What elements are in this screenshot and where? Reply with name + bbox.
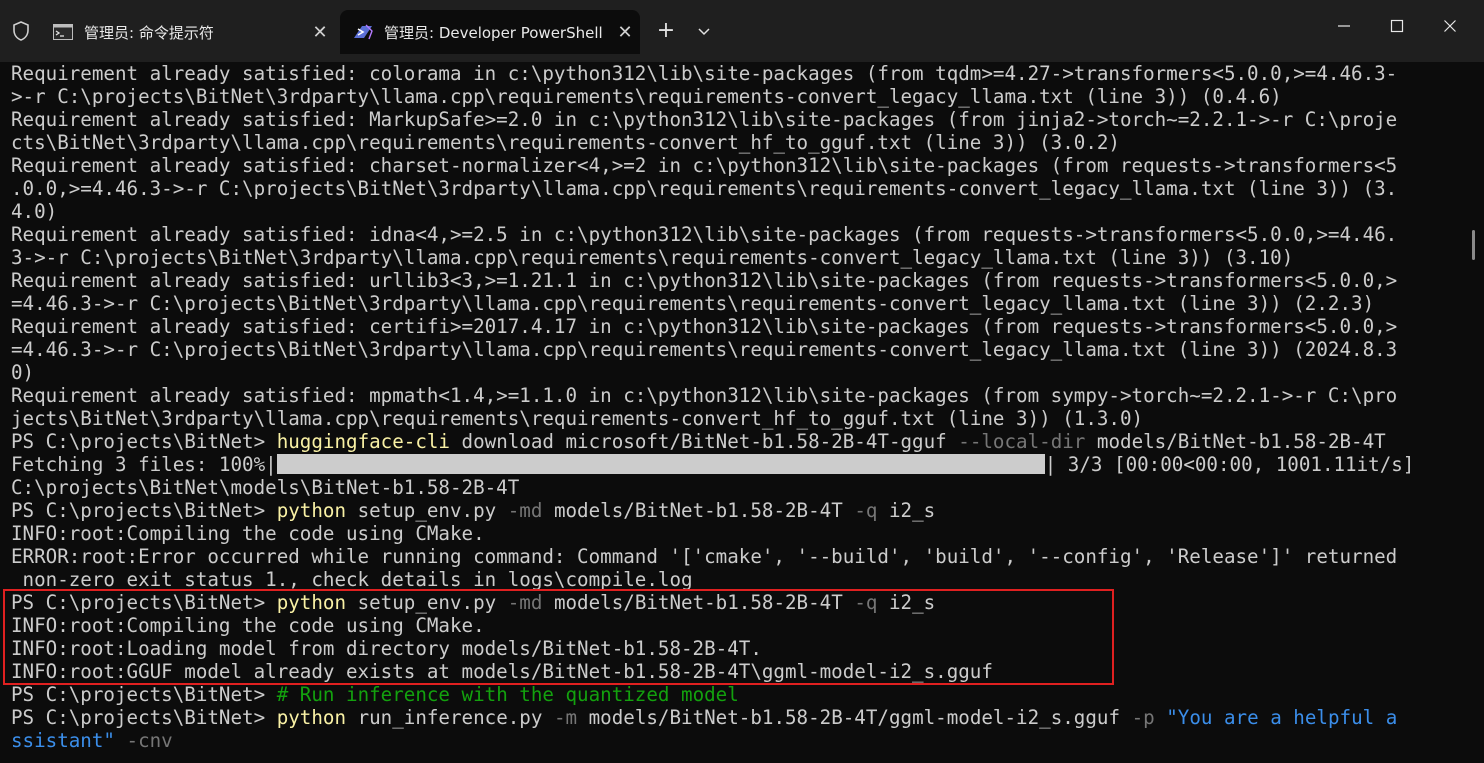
terminal-text: .0.0,>=4.46.3->-r C:\projects\BitNet\3rd…	[11, 177, 1398, 200]
maximize-icon	[1390, 19, 1404, 33]
terminal-text: non-zero exit status 1., check details i…	[11, 568, 693, 591]
terminal-line: jects\BitNet\3rdparty\llama.cpp\requirem…	[11, 407, 1461, 430]
terminal-line: Requirement already satisfied: idna<4,>=…	[11, 223, 1461, 246]
tab-label: 管理员: 命令提示符	[84, 23, 214, 42]
terminal-text: =4.46.3->-r C:\projects\BitNet\3rdparty\…	[11, 338, 1398, 361]
tab-label: 管理员: Developer PowerShell	[384, 23, 603, 42]
terminal-text: models/BitNet-b1.58-2B-4T	[542, 499, 855, 522]
terminal-text: -p	[1131, 706, 1155, 729]
terminal-text: download microsoft/BitNet-b1.58-2B-4T-gg…	[449, 430, 959, 453]
terminal-text: Requirement already satisfied: mpmath<1.…	[11, 384, 1398, 407]
terminal-text: huggingface-cli	[276, 430, 450, 453]
terminal-text: 4.0)	[11, 200, 58, 223]
terminal-text: 3->-r C:\projects\BitNet\3rdparty\llama.…	[11, 246, 1294, 269]
terminal-text: | 3/3 [00:00<00:00, 1001.11it/s]	[1044, 453, 1415, 476]
terminal-text: # Run inference with the quantized model	[276, 683, 739, 706]
terminal-text: C:\projects\BitNet\models\BitNet-b1.58-2…	[11, 476, 520, 499]
terminal-text: PS C:\projects\BitNet>	[11, 430, 277, 453]
terminal-text: Requirement already satisfied: MarkupSaf…	[11, 108, 1398, 131]
terminal-text: INFO:root:Compiling the code using CMake…	[11, 522, 485, 545]
terminal-text: setup_env.py	[346, 499, 508, 522]
terminal-text: cts\BitNet\3rdparty\llama.cpp\requiremen…	[11, 131, 1120, 154]
terminal-text: i2_s	[877, 499, 936, 522]
scrollbar[interactable]	[1472, 230, 1475, 260]
terminal-text: models/BitNet-b1.58-2B-4T	[1085, 430, 1386, 453]
terminal-text: ssistant"	[11, 729, 115, 752]
terminal-text: Requirement already satisfied: colorama …	[11, 62, 1398, 85]
terminal-line: Fetching 3 files: 100%| | 3/3 [00:00<00:0…	[11, 453, 1461, 476]
close-icon	[1444, 20, 1456, 32]
terminal-line: Requirement already satisfied: MarkupSaf…	[11, 108, 1461, 131]
terminal-text: =4.46.3->-r C:\projects\BitNet\3rdparty\…	[11, 292, 1375, 315]
terminal-line: Requirement already satisfied: charset-n…	[11, 154, 1461, 177]
terminal-line: =4.46.3->-r C:\projects\BitNet\3rdparty\…	[11, 292, 1461, 315]
cmd-icon	[52, 21, 74, 43]
title-bar: 管理员: 命令提示符 ✕ 管理员: Developer PowerShell ✕…	[0, 0, 1484, 62]
terminal-text: -q	[854, 499, 878, 522]
new-tab-button[interactable]: +	[652, 18, 680, 46]
chevron-down-icon[interactable]	[690, 18, 718, 46]
terminal-text: Requirement already satisfied: charset-n…	[11, 154, 1398, 177]
terminal-text: "You are a helpful a	[1166, 706, 1398, 729]
terminal-line: PS C:\projects\BitNet> huggingface-cli d…	[11, 430, 1461, 453]
terminal-text: PS C:\projects\BitNet>	[11, 499, 277, 522]
terminal-line: cts\BitNet\3rdparty\llama.cpp\requiremen…	[11, 131, 1461, 154]
close-icon[interactable]: ✕	[610, 22, 640, 43]
terminal-text: --local-dir	[958, 430, 1086, 453]
terminal-text: Fetching 3 files: 100%|	[11, 453, 277, 476]
terminal-line: Requirement already satisfied: certifi>=…	[11, 315, 1461, 338]
terminal-text: ERROR:root:Error occurred while running …	[11, 545, 1398, 568]
terminal-text: python	[276, 706, 347, 729]
terminal-line: Requirement already satisfied: colorama …	[11, 62, 1461, 85]
minimize-button[interactable]	[1318, 8, 1370, 44]
terminal-text: -md	[507, 499, 543, 522]
terminal-line: PS C:\projects\BitNet> python setup_env.…	[11, 499, 1461, 522]
terminal-text: 0)	[11, 361, 35, 384]
maximize-button[interactable]	[1371, 8, 1423, 44]
terminal-line: >-r C:\projects\BitNet\3rdparty\llama.cp…	[11, 85, 1461, 108]
minimize-icon	[1338, 25, 1350, 27]
terminal-line: ERROR:root:Error occurred while running …	[11, 545, 1461, 568]
terminal-line: INFO:root:Compiling the code using CMake…	[11, 522, 1461, 545]
terminal-line: PS C:\projects\BitNet> python run_infere…	[11, 706, 1461, 729]
close-icon[interactable]: ✕	[305, 22, 335, 43]
terminal-line: Requirement already satisfied: mpmath<1.…	[11, 384, 1461, 407]
terminal-line: PS C:\projects\BitNet> # Run inference w…	[11, 683, 1461, 706]
terminal-text: jects\BitNet\3rdparty\llama.cpp\requirem…	[11, 407, 1144, 430]
terminal-line: 4.0)	[11, 200, 1461, 223]
terminal-text: run_inference.py	[346, 706, 554, 729]
terminal-text: PS C:\projects\BitNet>	[11, 683, 277, 706]
terminal-text: Requirement already satisfied: idna<4,>=…	[11, 223, 1398, 246]
terminal-line: Requirement already satisfied: urllib3<3…	[11, 269, 1461, 292]
terminal-line: .0.0,>=4.46.3->-r C:\projects\BitNet\3rd…	[11, 177, 1461, 200]
terminal-text: >-r C:\projects\BitNet\3rdparty\llama.cp…	[11, 85, 1282, 108]
tab-command-prompt[interactable]: 管理员: 命令提示符 ✕	[40, 10, 335, 54]
terminal-line: C:\projects\BitNet\models\BitNet-b1.58-2…	[11, 476, 1461, 499]
shield-icon	[10, 20, 32, 42]
terminal-line: =4.46.3->-r C:\projects\BitNet\3rdparty\…	[11, 338, 1461, 361]
terminal-text: -cnv	[126, 729, 173, 752]
close-window-button[interactable]	[1424, 8, 1476, 44]
powershell-icon	[352, 21, 374, 43]
terminal-text: models/BitNet-b1.58-2B-4T/ggml-model-i2_…	[577, 706, 1132, 729]
terminal-line: 3->-r C:\projects\BitNet\3rdparty\llama.…	[11, 246, 1461, 269]
progress-bar	[276, 454, 1045, 474]
terminal-text: Requirement already satisfied: certifi>=…	[11, 315, 1398, 338]
highlight-box	[3, 589, 1114, 685]
terminal-text: -m	[553, 706, 578, 729]
terminal-line: non-zero exit status 1., check details i…	[11, 568, 1461, 591]
terminal-text: Requirement already satisfied: urllib3<3…	[11, 269, 1398, 292]
terminal-text: python	[276, 499, 347, 522]
terminal-line: 0)	[11, 361, 1461, 384]
terminal-line: ssistant" -cnv	[11, 729, 1461, 752]
tab-developer-powershell[interactable]: 管理员: Developer PowerShell ✕	[340, 10, 640, 54]
terminal-text: PS C:\projects\BitNet>	[11, 706, 277, 729]
